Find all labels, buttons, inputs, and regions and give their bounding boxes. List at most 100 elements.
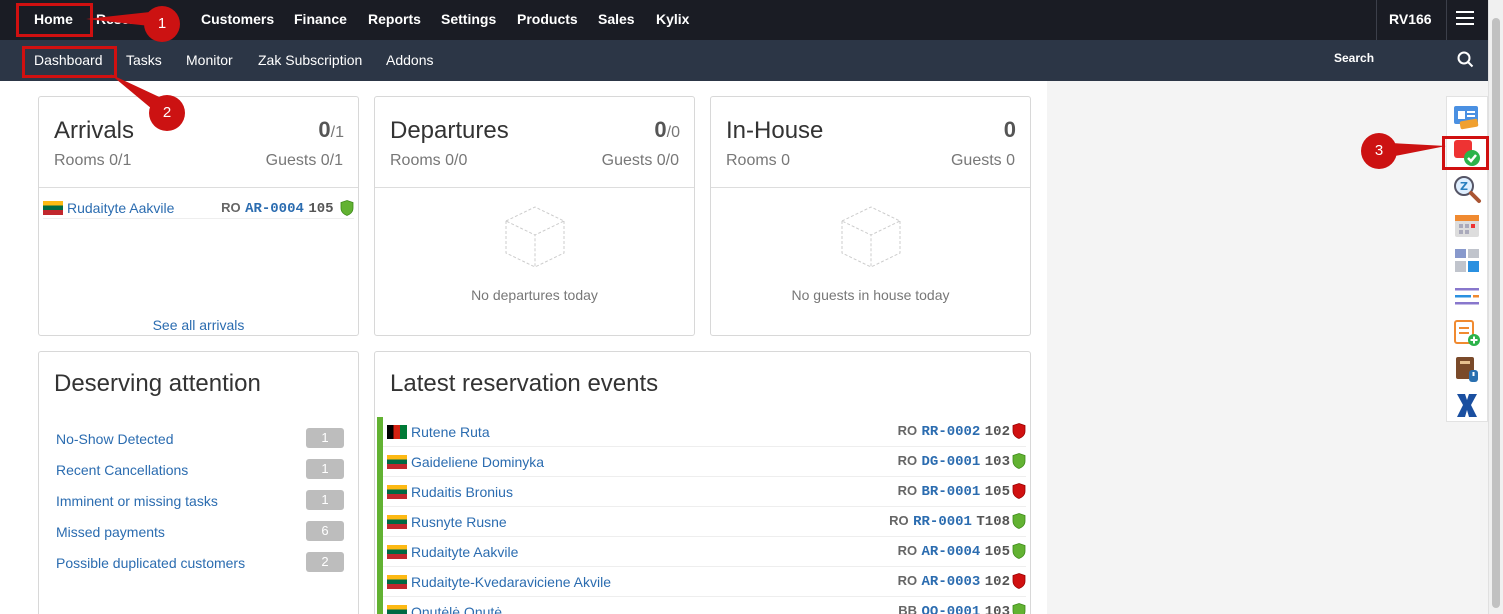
lithuania-flag-icon xyxy=(387,545,407,559)
shield-green-icon xyxy=(1012,542,1026,559)
subnav-zak-subscription[interactable]: Zak Subscription xyxy=(258,52,362,68)
inhouse-guests: Guests 0 xyxy=(950,152,1015,169)
attention-link[interactable]: Missed payments xyxy=(56,524,165,540)
guest-name-link[interactable]: Rusnyte Rusne xyxy=(411,514,507,530)
arrivals-card: Arrivals 0/1 Rooms 0/1 Guests 0/1 Rudait… xyxy=(38,96,359,336)
see-all-arrivals-link[interactable]: See all arrivals xyxy=(39,317,358,333)
annotation-arrow xyxy=(86,12,150,26)
reservation-code-link[interactable]: AR-0003 xyxy=(922,574,981,590)
shield-green-icon xyxy=(1012,452,1026,469)
count-badge: 1 xyxy=(306,459,344,479)
attention-link[interactable]: Recent Cancellations xyxy=(56,462,188,478)
nav-reports[interactable]: Reports xyxy=(368,11,421,27)
room-number: 103 xyxy=(984,604,1010,614)
room-number: 102 xyxy=(984,424,1010,440)
subnav-tasks[interactable]: Tasks xyxy=(126,52,162,68)
room-number: 105 xyxy=(984,544,1010,560)
event-row[interactable]: Rudaityte-Kvedaraviciene Akvile RO AR-000… xyxy=(377,567,1026,597)
annotation-arrow xyxy=(1390,143,1446,157)
reservation-code-link[interactable]: BR-0001 xyxy=(922,484,981,500)
departures-rooms: Rooms 0/0 xyxy=(390,152,468,169)
event-row[interactable]: Onutėlė Onutė BB OO-0001 103 xyxy=(377,597,1026,614)
shield-red-icon xyxy=(1012,422,1026,439)
id-card-icon[interactable] xyxy=(1452,102,1482,132)
kylix-icon[interactable] xyxy=(1452,390,1482,420)
reservation-code-link[interactable]: AR-0004 xyxy=(922,544,981,560)
lithuania-flag-icon xyxy=(387,485,407,499)
svg-text:Z: Z xyxy=(1460,180,1468,193)
rate-type: RO xyxy=(897,483,918,498)
count-badge: 1 xyxy=(306,428,344,448)
attention-link[interactable]: Possible duplicated customers xyxy=(56,555,245,571)
attention-link[interactable]: Imminent or missing tasks xyxy=(56,493,218,509)
zak-search-icon[interactable]: Z xyxy=(1452,174,1482,204)
list-settings-icon[interactable] xyxy=(1452,282,1482,312)
rate-type: RO xyxy=(889,513,909,528)
reservation-code-link[interactable]: RR-0002 xyxy=(922,424,981,440)
shield-red-icon xyxy=(1012,572,1026,589)
arrivals-count[interactable]: 0/1 xyxy=(318,117,344,143)
empty-box-icon xyxy=(375,205,694,276)
nav-settings[interactable]: Settings xyxy=(441,11,496,27)
nav-customers[interactable]: Customers xyxy=(201,11,274,27)
attention-item[interactable]: Recent Cancellations 1 xyxy=(56,459,344,483)
status-bar xyxy=(377,447,383,477)
calendar-icon[interactable] xyxy=(1452,210,1482,240)
guest-name-link[interactable]: Rudaitis Bronius xyxy=(411,484,513,500)
shield-green-icon xyxy=(1012,512,1026,529)
nav-kylix[interactable]: Kylix xyxy=(656,11,689,27)
nav-divider xyxy=(1376,0,1377,40)
hamburger-menu-icon[interactable] xyxy=(1456,11,1474,27)
lithuania-flag-icon xyxy=(387,515,407,529)
nav-sales[interactable]: Sales xyxy=(598,11,635,27)
rate-type: RO xyxy=(897,543,918,558)
event-row[interactable]: Rudaitis Bronius RO BR-0001 105 xyxy=(377,477,1026,507)
guest-name-link[interactable]: Rudaityte Aakvile xyxy=(411,544,518,560)
add-document-icon[interactable] xyxy=(1452,318,1482,348)
room-number: 102 xyxy=(984,574,1010,590)
guest-name-link[interactable]: Rudaityte Aakvile xyxy=(67,200,174,216)
departures-count[interactable]: 0/0 xyxy=(654,117,680,143)
subnav-monitor[interactable]: Monitor xyxy=(186,52,233,68)
guest-name-link[interactable]: Rutene Ruta xyxy=(411,424,490,440)
subnav-addons[interactable]: Addons xyxy=(386,52,433,68)
guestbook-icon[interactable] xyxy=(1452,354,1482,384)
event-row[interactable]: Gaideliene Dominyka RO DG-0001 103 xyxy=(377,447,1026,477)
list-item[interactable]: Rudaityte Aakvile RO AR-0004 105 xyxy=(43,197,354,219)
guest-name-link[interactable]: Rudaityte-Kvedaraviciene Akvile xyxy=(411,574,611,590)
nav-finance[interactable]: Finance xyxy=(294,11,347,27)
account-label[interactable]: RV166 xyxy=(1389,11,1432,27)
reservation-code-link[interactable]: OO-0001 xyxy=(922,604,981,614)
lithuania-flag-icon xyxy=(387,575,407,589)
attention-item[interactable]: Imminent or missing tasks 1 xyxy=(56,490,344,514)
annotation-highlight-dashboard xyxy=(22,46,117,78)
search-icon[interactable] xyxy=(1457,51,1474,68)
afghanistan-flag-icon xyxy=(387,425,407,439)
inhouse-count[interactable]: 0 xyxy=(1004,117,1016,143)
reservation-code-link[interactable]: AR-0004 xyxy=(245,201,304,217)
event-row[interactable]: Rusnyte Rusne RO RR-0001 T108 xyxy=(377,507,1026,537)
arrivals-rooms: Rooms 0/1 xyxy=(54,152,132,169)
attention-item[interactable]: Missed payments 6 xyxy=(56,521,344,545)
attention-item[interactable]: Possible duplicated customers 2 xyxy=(56,552,344,576)
event-row[interactable]: Rudaityte Aakvile RO AR-0004 105 xyxy=(377,537,1026,567)
guest-name-link[interactable]: Gaideliene Dominyka xyxy=(411,454,544,470)
attention-item[interactable]: No-Show Detected 1 xyxy=(56,428,344,452)
arrivals-guests: Guests 0/1 xyxy=(265,152,343,169)
divider xyxy=(711,187,1030,188)
nav-products[interactable]: Products xyxy=(517,11,578,27)
vertical-scrollbar[interactable] xyxy=(1488,0,1503,614)
layout-grid-icon[interactable] xyxy=(1452,246,1482,276)
annotation-highlight-home xyxy=(16,3,93,37)
count-badge: 1 xyxy=(306,490,344,510)
scrollbar-thumb[interactable] xyxy=(1492,18,1500,608)
attention-link[interactable]: No-Show Detected xyxy=(56,431,174,447)
annotation-marker-1: 1 xyxy=(144,6,180,42)
divider xyxy=(39,187,358,188)
reservation-code-link[interactable]: RR-0001 xyxy=(913,514,972,530)
guest-name-link[interactable]: Onutėlė Onutė xyxy=(411,604,502,614)
search-label[interactable]: Search xyxy=(1334,51,1374,65)
event-row[interactable]: Rutene Ruta RO RR-0002 102 xyxy=(377,417,1026,447)
shield-green-icon xyxy=(1012,602,1026,614)
reservation-code-link[interactable]: DG-0001 xyxy=(922,454,981,470)
